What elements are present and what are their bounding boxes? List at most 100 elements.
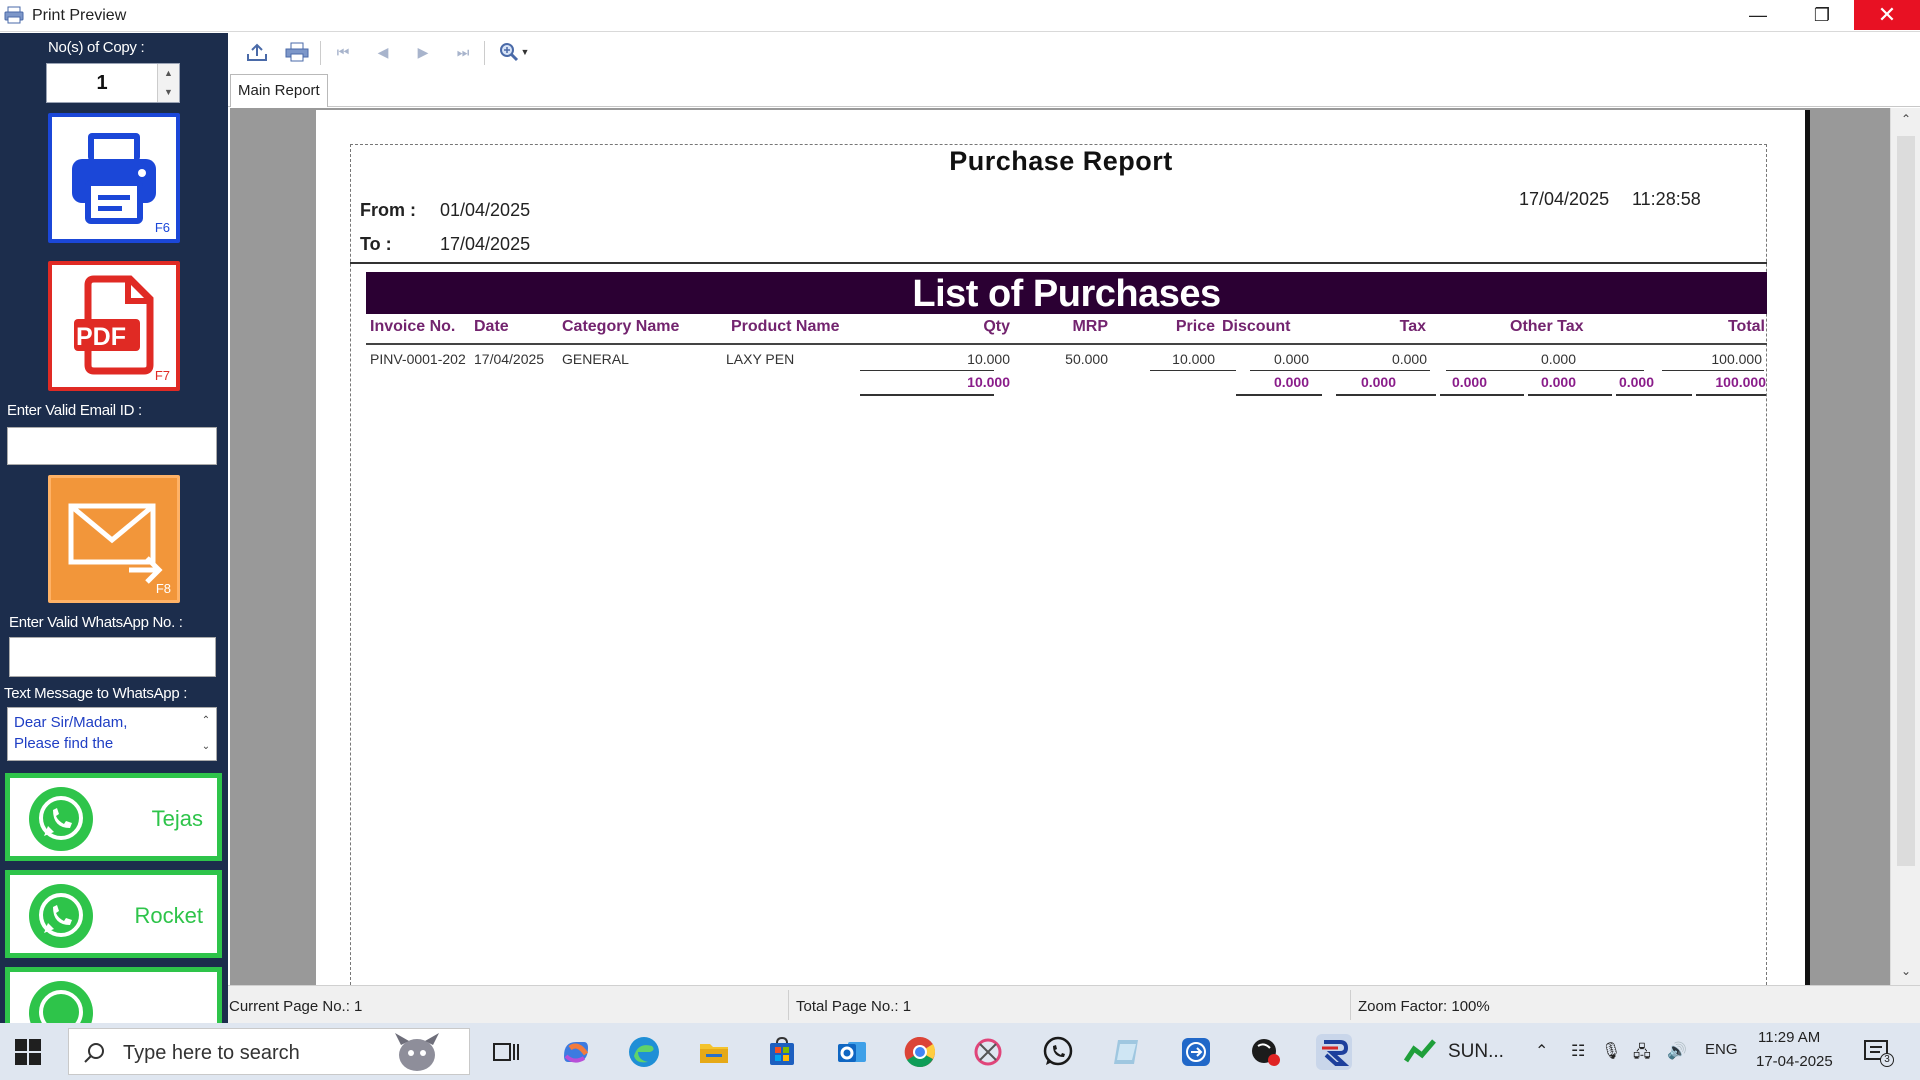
column-header: Qty <box>983 318 1010 335</box>
scroll-down-icon[interactable]: ⌄ <box>1891 964 1920 980</box>
search-highlight-icon <box>395 1033 439 1071</box>
export-icon[interactable] <box>244 41 270 63</box>
subtotal-rule <box>1446 370 1644 371</box>
whatsapp-contact-button[interactable]: Rocket <box>5 870 222 958</box>
column-header: Category Name <box>562 318 680 335</box>
microphone-icon[interactable]: 🎙 <box>1601 1041 1621 1061</box>
cell-discount: 0.000 <box>1273 351 1309 367</box>
zoom-dropdown-icon[interactable]: ▼ <box>521 47 530 57</box>
copies-value[interactable]: 1 <box>47 64 157 102</box>
cell-other-tax: 0.000 <box>1540 351 1576 367</box>
notifications-icon[interactable]: 3 <box>1862 1037 1894 1067</box>
zoom-status: Zoom Factor: 100% <box>1358 998 1490 1015</box>
meet-now-icon[interactable]: ☷ <box>1571 1041 1585 1061</box>
snipping-tool-icon[interactable] <box>970 1034 1006 1070</box>
billing-software-icon[interactable] <box>1316 1034 1352 1070</box>
whatsapp-icon <box>29 787 93 851</box>
whatsapp-contact-button[interactable] <box>5 967 222 1023</box>
scroll-down-icon[interactable]: ⌄ <box>196 734 216 760</box>
scroll-up-icon[interactable]: ⌃ <box>196 708 216 734</box>
subtotal-rule <box>1250 370 1430 371</box>
notification-count: 3 <box>1880 1053 1894 1067</box>
total-rule <box>1696 394 1766 396</box>
tray-app-stock[interactable]: SUN... <box>1400 1035 1530 1069</box>
tab-main-report[interactable]: Main Report <box>230 74 328 107</box>
network-icon[interactable]: 🖧 <box>1633 1041 1651 1068</box>
subtotal-rule <box>1150 370 1236 371</box>
first-page-icon[interactable]: ⏮ <box>330 41 356 63</box>
whatsapp-icon <box>29 884 93 948</box>
email-label: Enter Valid Email ID : <box>7 402 142 419</box>
microsoft-store-icon[interactable] <box>764 1034 800 1070</box>
scroll-thumb[interactable] <box>1897 136 1915 866</box>
print-icon[interactable] <box>284 41 310 63</box>
column-header: Discount <box>1222 318 1291 335</box>
clock-date[interactable]: 17-04-2025 <box>1756 1053 1833 1070</box>
copies-stepper[interactable]: 1 ▲ ▼ <box>46 63 180 103</box>
email-send-icon <box>68 503 163 584</box>
spin-down-icon[interactable]: ▼ <box>158 83 179 102</box>
total-rule <box>1616 394 1692 396</box>
whatsapp-number-field[interactable] <box>9 637 216 677</box>
whatsapp-icon <box>29 981 93 1023</box>
whatsapp-contact-button[interactable]: Tejas <box>5 773 222 861</box>
whatsapp-message-textarea[interactable]: Dear Sir/Madam, Please find the ⌃ ⌄ <box>7 707 217 761</box>
task-view-icon[interactable] <box>487 1034 523 1070</box>
total-qty: 10.000 <box>967 374 1010 390</box>
total-pages-status: Total Page No.: 1 <box>796 998 912 1015</box>
zoom-icon[interactable]: ▼ <box>494 41 534 63</box>
volume-icon[interactable]: 🔊 <box>1667 1041 1687 1061</box>
notes-app-icon[interactable] <box>1108 1034 1144 1070</box>
whatsapp-contact-name: Tejas <box>151 806 203 831</box>
outlook-icon[interactable] <box>834 1034 870 1070</box>
scroll-up-icon[interactable]: ⌃ <box>1891 112 1920 128</box>
print-shortcut: F6 <box>154 220 170 235</box>
pdf-shortcut: F7 <box>154 368 170 383</box>
message-scrollbar[interactable]: ⌃ ⌄ <box>196 708 216 760</box>
last-page-icon[interactable]: ⏭ <box>450 41 476 63</box>
total-discount: 0.000 <box>1273 374 1309 390</box>
copilot-icon[interactable] <box>558 1034 594 1070</box>
copies-label: No(s) of Copy : <box>48 39 145 56</box>
next-page-icon[interactable]: ▶ <box>410 41 436 63</box>
vertical-scrollbar[interactable]: ⌃ ⌄ <box>1890 108 1920 985</box>
column-header: Price <box>1175 318 1215 335</box>
email-field[interactable] <box>7 427 217 465</box>
clock-time[interactable]: 11:29 AM <box>1758 1029 1820 1046</box>
cell-qty: 10.000 <box>967 351 1010 367</box>
report-tabs: Main Report <box>228 73 1920 107</box>
show-hidden-icons[interactable]: ⌃ <box>1535 1041 1548 1061</box>
edge-browser-icon[interactable] <box>626 1034 662 1070</box>
minimize-button[interactable]: — <box>1726 0 1790 30</box>
total-rule <box>860 394 994 396</box>
search-placeholder[interactable]: Type here to search <box>123 1042 300 1065</box>
report-viewport[interactable]: Purchase Report From : 01/04/2025 To : 1… <box>230 108 1890 985</box>
status-bar: Current Page No.: 1 Total Page No.: 1 Zo… <box>228 985 1920 1023</box>
restore-button[interactable]: ❐ <box>1790 0 1854 30</box>
subtotal-rule <box>860 370 994 371</box>
language-indicator[interactable]: ENG <box>1705 1041 1738 1058</box>
recorder-app-icon[interactable] <box>1248 1034 1284 1070</box>
copies-spin-buttons[interactable]: ▲ ▼ <box>157 64 179 102</box>
header-divider <box>350 262 1767 264</box>
chrome-icon[interactable] <box>902 1034 938 1070</box>
column-header: Date <box>474 318 509 335</box>
spin-up-icon[interactable]: ▲ <box>158 64 179 83</box>
pdf-button[interactable]: PDF F7 <box>48 261 180 391</box>
total-rule <box>1336 394 1436 396</box>
previous-page-icon[interactable]: ◀ <box>370 41 396 63</box>
status-divider <box>788 990 789 1020</box>
column-header: Invoice No. <box>370 318 456 335</box>
send-email-button[interactable]: F8 <box>48 475 180 603</box>
taskbar-search-box[interactable]: Type here to search <box>68 1028 470 1075</box>
windows-start-icon[interactable] <box>14 1038 42 1066</box>
file-explorer-icon[interactable] <box>696 1034 732 1070</box>
cell-price: 10.000 <box>1172 351 1215 367</box>
remote-desktop-icon[interactable] <box>1178 1034 1214 1070</box>
printer-app-icon <box>4 6 24 24</box>
report-border <box>350 144 1767 985</box>
whatsapp-app-icon[interactable] <box>1040 1034 1076 1070</box>
close-button[interactable]: ✕ <box>1854 0 1920 30</box>
whatsapp-message-text[interactable]: Dear Sir/Madam, Please find the <box>14 712 194 754</box>
print-button[interactable]: F6 <box>48 113 180 243</box>
